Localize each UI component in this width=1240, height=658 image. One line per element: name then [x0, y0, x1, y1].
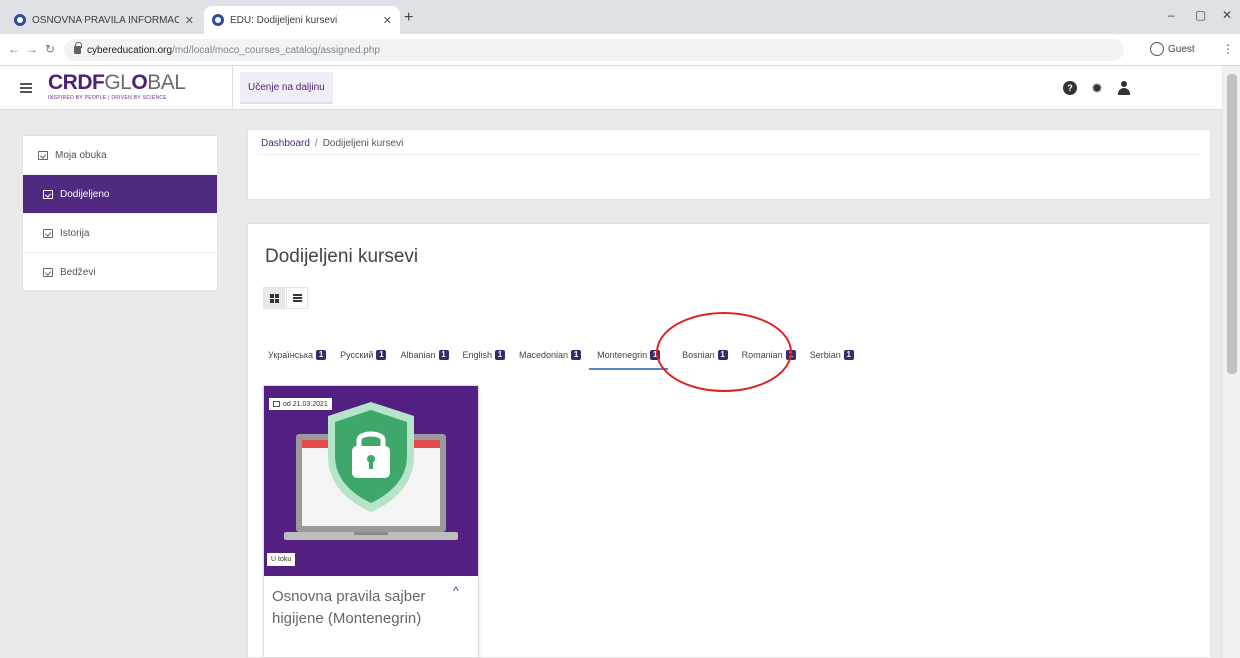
minimize-icon[interactable]: –	[1168, 8, 1175, 22]
sidebar-item-label: Moja obuka	[55, 149, 107, 161]
browser-tab-title: EDU: Dodijeljeni kursevi	[230, 14, 338, 26]
count-badge: 1	[571, 350, 582, 360]
browser-tabstrip: OSNOVNA PRAVILA INFORMAC ✕ EDU: Dodijelj…	[0, 0, 1240, 34]
sidebar-item-label: Istorija	[60, 227, 90, 239]
sidebar-item-label: Bedževi	[60, 267, 96, 278]
laptop-shield-lock-illustration	[284, 402, 458, 540]
breadcrumb-divider	[258, 154, 1202, 155]
user-icon[interactable]	[1117, 81, 1131, 95]
hamburger-menu-icon[interactable]	[20, 83, 32, 93]
course-thumbnail[interactable]: od 21.03.2021 U toku	[264, 386, 478, 576]
logo-text-main: CRDF	[48, 71, 105, 94]
sidebar: Moja obuka Dodijeljeno Istorija Bedževi	[22, 135, 218, 291]
breadcrumb-card: Dashboard / Dodijeljeni kursevi	[247, 129, 1211, 200]
breadcrumb: Dashboard / Dodijeljeni kursevi	[261, 138, 403, 149]
logo-text-end: BAL	[147, 71, 186, 94]
tab-label: Albanian	[400, 350, 436, 360]
browser-tab-edu[interactable]: EDU: Dodijeljeni kursevi ✕	[204, 6, 400, 34]
close-icon[interactable]: ✕	[383, 14, 392, 27]
date-badge: od 21.03.2021	[269, 398, 332, 410]
tab-label: Montenegrin	[597, 350, 648, 360]
status-badge: U toku	[267, 553, 296, 566]
address-bar[interactable]: cybereducation.org/md/local/moco_courses…	[64, 39, 1124, 61]
new-tab-plus-icon[interactable]: +	[404, 9, 413, 27]
tab-label: Українська	[268, 350, 314, 360]
back-arrow-icon[interactable]: ←	[8, 42, 20, 56]
tab-english[interactable]: English 1	[463, 346, 506, 370]
logo-text-light: GL	[104, 71, 132, 94]
lock-icon	[74, 42, 82, 54]
browser-toolbar: ← → ↻ cybereducation.org/md/local/moco_c…	[0, 34, 1240, 66]
more-menu-icon[interactable]: ⋮	[1222, 42, 1234, 56]
profile-label: Guest	[1168, 43, 1195, 55]
profile-button[interactable]: Guest	[1150, 42, 1195, 56]
url-host: cybereducation.org	[87, 44, 173, 56]
sidebar-item-istorija[interactable]: Istorija	[23, 214, 217, 253]
tab-russian[interactable]: Русский 1	[340, 346, 387, 370]
tab-macedonian[interactable]: Macedonian 1	[519, 346, 582, 370]
tab-label: English	[462, 350, 493, 360]
nav-link-distance-learning[interactable]: Učenje na daljinu	[240, 72, 333, 104]
browser-tab-osnovna[interactable]: OSNOVNA PRAVILA INFORMAC ✕	[6, 6, 202, 34]
breadcrumb-dashboard-link[interactable]: Dashboard	[261, 138, 310, 149]
tab-ukrainian[interactable]: Українська 1	[268, 346, 327, 370]
list-icon	[292, 294, 302, 302]
crdf-global-logo[interactable]: CRDFGLOBAL INSPIRED BY PEOPLE | DRIVEN B…	[48, 71, 186, 102]
checkbox-icon	[38, 150, 48, 160]
page-title: Dodijeljeni kursevi	[265, 246, 419, 267]
logo-text-o: O	[131, 71, 148, 94]
checkbox-icon	[43, 189, 53, 199]
url-path: /md/local/moco_courses_catalog/assigned.…	[172, 44, 380, 56]
date-text: od 21.03.2021	[283, 400, 328, 408]
tab-label: Русский	[340, 350, 374, 360]
browser-tab-title: OSNOVNA PRAVILA INFORMAC	[32, 14, 179, 26]
calendar-icon	[273, 401, 280, 407]
app-header: CRDFGLOBAL INSPIRED BY PEOPLE | DRIVEN B…	[0, 66, 1222, 110]
tab-serbian[interactable]: Serbian 1	[810, 346, 854, 370]
checkbox-icon	[43, 228, 53, 238]
count-badge: 1	[438, 350, 449, 360]
profile-icon	[1150, 42, 1164, 56]
sidebar-item-bedzevi[interactable]: Bedževi	[23, 253, 217, 292]
gear-icon[interactable]: ✹	[1090, 81, 1104, 95]
count-badge: 1	[495, 350, 506, 360]
window-close-icon[interactable]: ✕	[1222, 8, 1232, 22]
grid-view-button[interactable]	[263, 287, 285, 309]
page-scrollbar[interactable]	[1222, 66, 1240, 658]
globe-favicon-icon	[212, 14, 224, 26]
close-icon[interactable]: ✕	[185, 14, 194, 27]
grid-icon	[269, 293, 279, 303]
tab-label: Serbian	[809, 350, 841, 360]
reload-icon[interactable]: ↻	[45, 42, 55, 56]
breadcrumb-current: Dodijeljeni kursevi	[322, 138, 404, 149]
breadcrumb-separator: /	[314, 138, 318, 149]
sidebar-item-dodijeljeno[interactable]: Dodijeljeno	[23, 175, 217, 214]
tab-label: Macedonian	[519, 350, 569, 360]
header-divider	[232, 66, 233, 110]
count-badge: 1	[843, 350, 854, 360]
course-card[interactable]: od 21.03.2021 U toku Osnovna pravila saj…	[263, 385, 479, 658]
count-badge: 1	[376, 350, 387, 360]
checkbox-icon	[43, 268, 53, 277]
annotation-circle	[656, 312, 792, 392]
sidebar-item-label: Dodijeljeno	[60, 188, 110, 200]
globe-favicon-icon	[14, 14, 26, 26]
chevron-up-icon[interactable]: ^	[453, 584, 459, 598]
count-badge: 1	[316, 350, 327, 360]
forward-arrow-icon[interactable]: →	[26, 42, 38, 56]
tab-albanian[interactable]: Albanian 1	[400, 346, 449, 370]
maximize-icon[interactable]: ▢	[1195, 8, 1206, 22]
logo-tagline: INSPIRED BY PEOPLE | DRIVEN BY SCIENCE	[48, 95, 167, 101]
course-title[interactable]: Osnovna pravila sajber higijene (Montene…	[272, 586, 448, 630]
help-icon[interactable]: ?	[1063, 81, 1077, 95]
list-view-button[interactable]	[286, 287, 308, 309]
sidebar-item-moja-obuka[interactable]: Moja obuka	[23, 136, 217, 175]
scrollbar-thumb[interactable]	[1227, 74, 1237, 374]
